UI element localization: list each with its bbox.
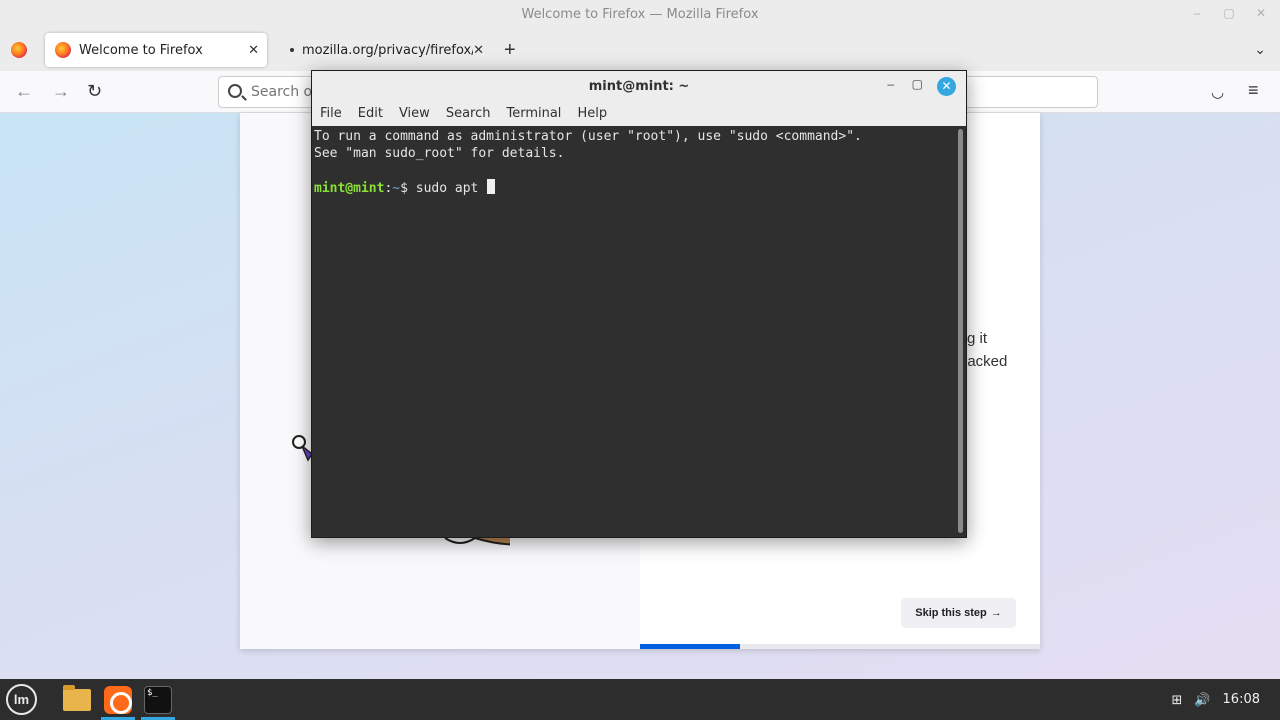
prompt-path: ~: [392, 181, 401, 196]
menu-terminal[interactable]: Terminal: [506, 102, 569, 126]
tab-label: Welcome to Firefox: [79, 42, 203, 58]
prompt-user: mint@mint: [314, 181, 385, 196]
system-tray: ⊞ 🔊 16:08: [1171, 679, 1280, 720]
terminal-close-button[interactable]: ✕: [937, 77, 956, 96]
terminal-prompt-line: mint@mint:~$ sudo apt: [314, 179, 954, 197]
folder-icon: [63, 684, 91, 711]
terminal-line: See "man sudo_root" for details.: [314, 146, 565, 161]
prompt-symbol: $: [400, 181, 416, 196]
menu-hamburger-icon[interactable]: ≡: [1248, 80, 1259, 101]
clock[interactable]: 16:08: [1223, 692, 1260, 707]
terminal-output[interactable]: To run a command as administrator (user …: [314, 128, 954, 536]
search-input[interactable]: [251, 81, 311, 103]
skip-step-button[interactable]: Skip this step →: [901, 598, 1016, 628]
minimize-button[interactable]: –: [1190, 6, 1204, 20]
firefox-view-icon[interactable]: [11, 42, 27, 58]
skip-label: Skip this step: [915, 607, 987, 619]
terminal-titlebar[interactable]: mint@mint: ~ – ▢ ✕: [312, 71, 966, 102]
menu-view[interactable]: View: [399, 102, 438, 126]
terminal-scrollbar[interactable]: [958, 129, 963, 533]
terminal-maximize-button[interactable]: ▢: [912, 77, 923, 91]
arrow-right-icon: →: [990, 607, 1002, 619]
partial-text: g it: [967, 330, 988, 347]
firefox-window-controls: – ▢ ✕: [1190, 6, 1268, 20]
menu-file[interactable]: File: [320, 102, 350, 126]
terminal-line: To run a command as administrator (user …: [314, 129, 862, 144]
firefox-launcher[interactable]: [99, 679, 137, 720]
loading-dot-icon: [290, 48, 294, 52]
search-icon: [228, 84, 242, 98]
terminal-menubar: File Edit View Search Terminal Help: [312, 102, 966, 126]
close-button[interactable]: ✕: [1254, 6, 1268, 20]
volume-icon[interactable]: 🔊: [1194, 692, 1210, 708]
window-title: Welcome to Firefox — Mozilla Firefox: [521, 7, 759, 22]
tab-list-chevron-icon[interactable]: ⌄: [1254, 41, 1266, 58]
menu-help[interactable]: Help: [577, 102, 615, 126]
taskbar: lm $_ ⊞ 🔊 16:08: [0, 679, 1280, 720]
text-cursor: [487, 179, 496, 194]
firefox-titlebar: Welcome to Firefox — Mozilla Firefox – ▢…: [0, 0, 1280, 29]
back-arrow-icon[interactable]: ←: [15, 81, 33, 102]
progress-bar: [640, 644, 1040, 649]
tab-label: mozilla.org/privacy/firefox/: [302, 42, 474, 58]
command-text: sudo apt: [415, 181, 487, 196]
maximize-button[interactable]: ▢: [1222, 6, 1236, 20]
firefox-icon: [55, 42, 71, 58]
pocket-icon[interactable]: ◡: [1211, 83, 1224, 101]
menu-search[interactable]: Search: [446, 102, 499, 126]
tab-close-icon[interactable]: ✕: [248, 43, 259, 58]
terminal-title: mint@mint: ~: [588, 79, 690, 94]
tab-close-icon[interactable]: ✕: [473, 43, 484, 58]
forward-arrow-icon[interactable]: →: [52, 81, 70, 102]
terminal-icon: $_: [144, 685, 172, 714]
menu-edit[interactable]: Edit: [358, 102, 391, 126]
terminal-minimize-button[interactable]: –: [887, 77, 894, 91]
terminal-window[interactable]: mint@mint: ~ – ▢ ✕ File Edit View Search…: [311, 70, 967, 538]
tab-privacy[interactable]: mozilla.org/privacy/firefox/ ✕: [282, 33, 492, 67]
mint-menu-icon[interactable]: lm: [6, 684, 37, 715]
network-icon[interactable]: ⊞: [1171, 692, 1182, 708]
new-tab-button[interactable]: +: [504, 39, 516, 62]
tab-bar: Welcome to Firefox ✕ mozilla.org/privacy…: [0, 29, 1280, 71]
files-launcher[interactable]: [58, 679, 96, 720]
reload-icon[interactable]: ↻: [87, 81, 102, 102]
firefox-icon: [104, 685, 132, 714]
progress-fill: [640, 644, 740, 649]
terminal-launcher[interactable]: $_: [139, 679, 177, 720]
tab-welcome[interactable]: Welcome to Firefox ✕: [45, 33, 267, 67]
